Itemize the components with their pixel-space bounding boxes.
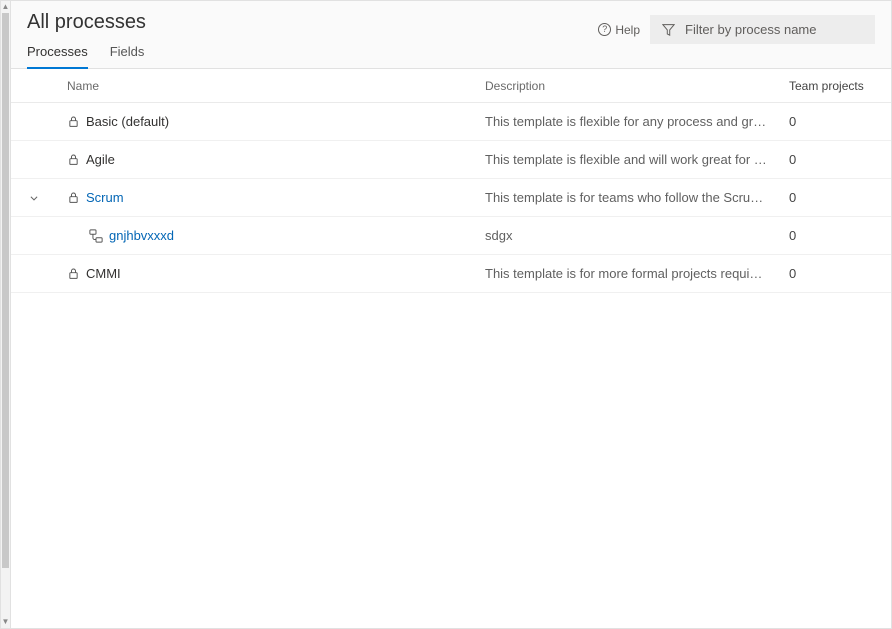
scroll-down-arrow-icon[interactable]: ▼ (2, 616, 10, 628)
team-project-count: 0 (785, 228, 875, 243)
column-header-name[interactable]: Name (67, 79, 485, 93)
process-name: Agile (86, 152, 115, 167)
page-header: All processes Processes Fields ? Help (11, 1, 891, 69)
tab-fields[interactable]: Fields (110, 44, 145, 68)
scroll-up-arrow-icon[interactable]: ▲ (2, 1, 10, 13)
column-header-team-projects[interactable]: Team projects (785, 79, 875, 93)
column-header-description[interactable]: Description (485, 79, 785, 93)
process-name: CMMI (86, 266, 121, 281)
table-row[interactable]: gnjhbvxxxd sdgx 0 (11, 217, 891, 255)
lock-icon (67, 115, 80, 128)
team-project-count: 0 (785, 266, 875, 281)
table-row[interactable]: Basic (default) This template is flexibl… (11, 103, 891, 141)
process-description: This template is flexible for any proces… (485, 114, 785, 129)
inherited-process-icon (89, 229, 103, 243)
tab-processes[interactable]: Processes (27, 44, 88, 69)
process-description: This template is for teams who follow th… (485, 190, 785, 205)
filter-input[interactable] (683, 21, 863, 38)
process-description: This template is flexible and will work … (485, 152, 785, 167)
process-grid: Name Description Team projects Basic (de… (11, 69, 891, 628)
process-name-link[interactable]: Scrum (86, 190, 124, 205)
lock-icon (67, 267, 80, 280)
filter-icon (662, 23, 675, 36)
page-title: All processes (27, 11, 146, 34)
lock-icon (67, 153, 80, 166)
process-name: Basic (default) (86, 114, 169, 129)
filter-box[interactable] (650, 15, 875, 44)
tab-bar: Processes Fields (27, 44, 146, 68)
table-row[interactable]: Agile This template is flexible and will… (11, 141, 891, 179)
process-name-link[interactable]: gnjhbvxxxd (109, 228, 174, 243)
chevron-down-icon[interactable] (27, 193, 41, 203)
help-label: Help (615, 23, 640, 37)
table-row[interactable]: Scrum This template is for teams who fol… (11, 179, 891, 217)
team-project-count: 0 (785, 190, 875, 205)
help-link[interactable]: ? Help (598, 23, 640, 37)
main-content: All processes Processes Fields ? Help (11, 1, 891, 628)
team-project-count: 0 (785, 114, 875, 129)
process-description: sdgx (485, 228, 785, 243)
lock-icon (67, 191, 80, 204)
grid-header-row: Name Description Team projects (11, 69, 891, 103)
app-frame: ▲ ▼ All processes Processes Fields ? Hel… (0, 0, 892, 629)
scroll-thumb[interactable] (2, 13, 9, 568)
table-row[interactable]: CMMI This template is for more formal pr… (11, 255, 891, 293)
process-description: This template is for more formal project… (485, 266, 785, 281)
team-project-count: 0 (785, 152, 875, 167)
vertical-scrollbar[interactable]: ▲ ▼ (1, 1, 11, 628)
help-icon: ? (598, 23, 611, 36)
scroll-track[interactable] (1, 13, 10, 616)
